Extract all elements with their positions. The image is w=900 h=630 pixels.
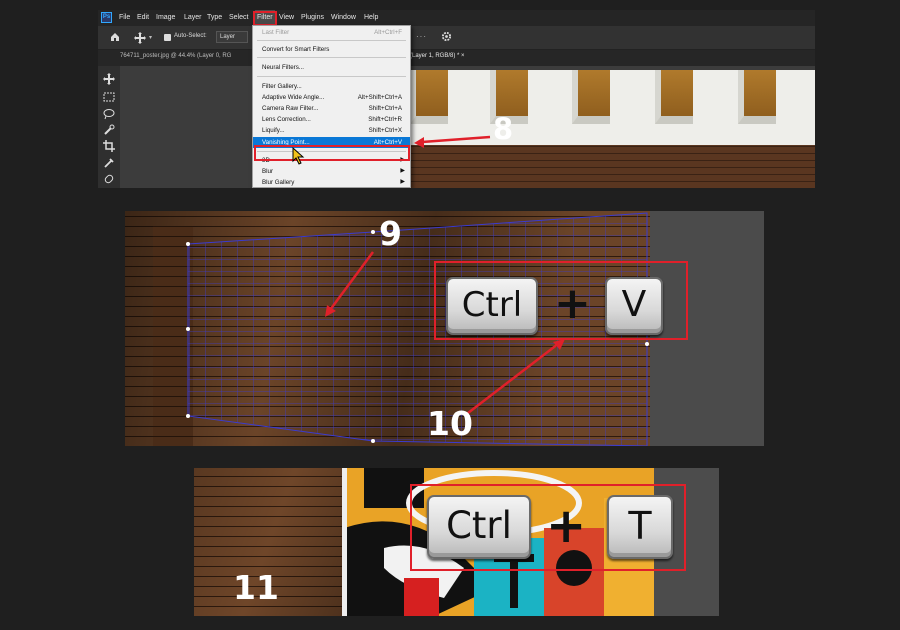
plus-sign: +	[546, 498, 587, 554]
t-key: T	[607, 495, 673, 559]
step-number-11: 11	[233, 568, 279, 607]
ctrl-key: Ctrl	[427, 495, 531, 559]
poster-edge	[342, 468, 347, 616]
step-number-10: 10	[427, 404, 473, 443]
step-number-9: 9	[379, 214, 402, 253]
